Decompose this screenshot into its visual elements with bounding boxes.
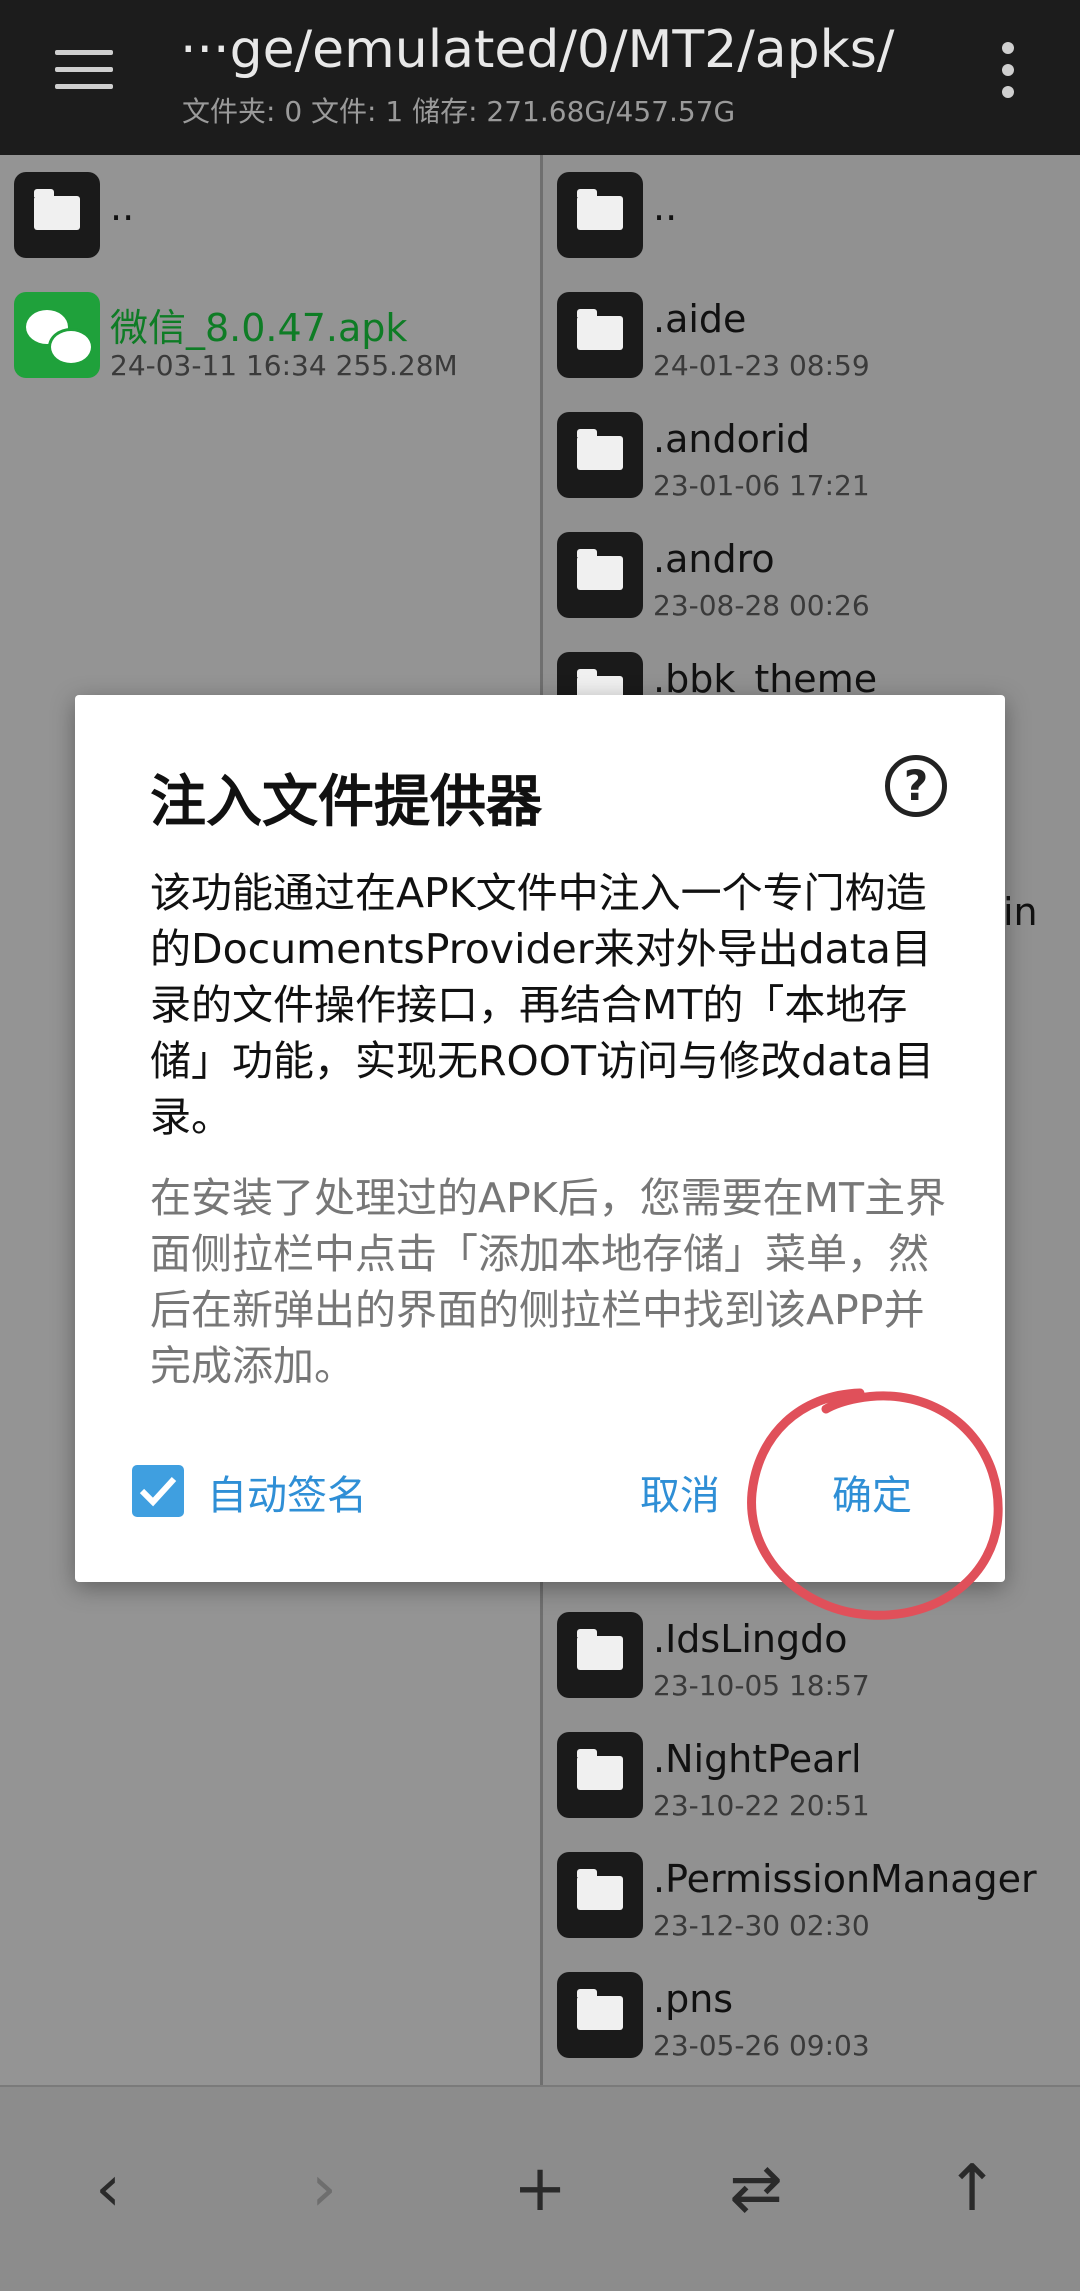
item-meta: 23-01-06 17:21 <box>653 469 870 502</box>
folder-icon <box>557 412 643 498</box>
back-button[interactable]: ‹ <box>0 2087 216 2291</box>
folder-icon <box>557 1972 643 2058</box>
current-path: ···ge/emulated/0/MT2/apks/ <box>180 20 895 80</box>
folder-item[interactable]: .NightPearl 23-10-22 20:51 <box>543 1715 1080 1835</box>
item-name: .pns <box>653 1977 734 2021</box>
folder-icon <box>557 1852 643 1938</box>
folder-icon <box>557 292 643 378</box>
item-meta: 23-10-05 18:57 <box>653 1669 870 1702</box>
swap-panes-button[interactable]: ⇄ <box>648 2087 864 2291</box>
item-meta: 23-05-26 09:03 <box>653 2029 870 2062</box>
folder-item[interactable]: .IdsLingdo 23-10-05 18:57 <box>543 1595 1080 1715</box>
item-name: .andorid <box>653 417 811 461</box>
add-button[interactable]: + <box>432 2087 648 2291</box>
checkmark-icon <box>139 1476 177 1507</box>
item-meta: 23-10-22 20:51 <box>653 1789 870 1822</box>
plus-icon: + <box>513 2152 567 2226</box>
up-directory-button[interactable]: ↑ <box>864 2087 1080 2291</box>
folder-icon <box>557 1732 643 1818</box>
item-name: .NightPearl <box>653 1737 862 1781</box>
parent-directory-item[interactable]: .. <box>0 155 540 275</box>
item-name: .. <box>110 185 135 229</box>
cancel-button[interactable]: 取消 <box>640 1463 720 1521</box>
folder-icon <box>557 1612 643 1698</box>
item-meta: 24-01-23 08:59 <box>653 349 870 382</box>
inject-provider-dialog: 注入文件提供器 ? 该功能通过在APK文件中注入一个专门构造的Documents… <box>75 695 1005 1582</box>
partial-item-name: in <box>1003 890 1038 934</box>
folder-item[interactable]: .aide 24-01-23 08:59 <box>543 275 1080 395</box>
item-name: .andro <box>653 537 775 581</box>
folder-icon <box>557 532 643 618</box>
forward-button[interactable]: › <box>216 2087 432 2291</box>
item-name: .aide <box>653 297 747 341</box>
folder-icon <box>557 172 643 258</box>
dialog-note: 在安装了处理过的APK后，您需要在MT主界面侧拉栏中点击「添加本地存储」菜单，然… <box>150 1174 947 1390</box>
top-bar: ···ge/emulated/0/MT2/apks/ 文件夹: 0 文件: 1 … <box>0 0 1080 155</box>
help-icon[interactable]: ? <box>885 755 947 817</box>
item-meta: 23-08-28 00:26 <box>653 589 870 622</box>
wechat-icon <box>14 292 100 378</box>
chevron-right-icon: › <box>311 2152 337 2226</box>
item-meta: 24-03-11 16:34 255.28M <box>110 349 458 382</box>
dialog-description: 该功能通过在APK文件中注入一个专门构造的DocumentsProvider来对… <box>150 869 935 1141</box>
more-options-icon[interactable] <box>1000 42 1016 102</box>
item-name: .PermissionManager <box>653 1857 1037 1901</box>
confirm-button[interactable]: 确定 <box>832 1463 912 1521</box>
folder-item[interactable]: .andorid 23-01-06 17:21 <box>543 395 1080 515</box>
folder-item[interactable]: .pns 23-05-26 09:03 <box>543 1955 1080 2075</box>
storage-stats: 文件夹: 0 文件: 1 储存: 271.68G/457.57G <box>182 95 736 128</box>
parent-directory-item[interactable]: .. <box>543 155 1080 275</box>
auto-sign-checkbox[interactable] <box>132 1465 184 1517</box>
file-item[interactable]: 微信_8.0.47.apk 24-03-11 16:34 255.28M <box>0 275 540 395</box>
dialog-title: 注入文件提供器 <box>150 770 542 835</box>
item-name: .IdsLingdo <box>653 1617 848 1661</box>
arrow-up-icon: ↑ <box>945 2152 999 2226</box>
auto-sign-label[interactable]: 自动签名 <box>207 1463 367 1521</box>
menu-icon[interactable] <box>55 50 113 90</box>
item-meta: 23-12-30 02:30 <box>653 1909 870 1942</box>
item-name: .. <box>653 185 678 229</box>
item-name: 微信_8.0.47.apk <box>110 306 408 350</box>
folder-item[interactable]: .andro 23-08-28 00:26 <box>543 515 1080 635</box>
swap-icon: ⇄ <box>729 2152 783 2226</box>
chevron-left-icon: ‹ <box>95 2152 121 2226</box>
folder-icon <box>14 172 100 258</box>
bottom-toolbar: ‹ › + ⇄ ↑ <box>0 2085 1080 2291</box>
folder-item[interactable]: .PermissionManager 23-12-30 02:30 <box>543 1835 1080 1955</box>
